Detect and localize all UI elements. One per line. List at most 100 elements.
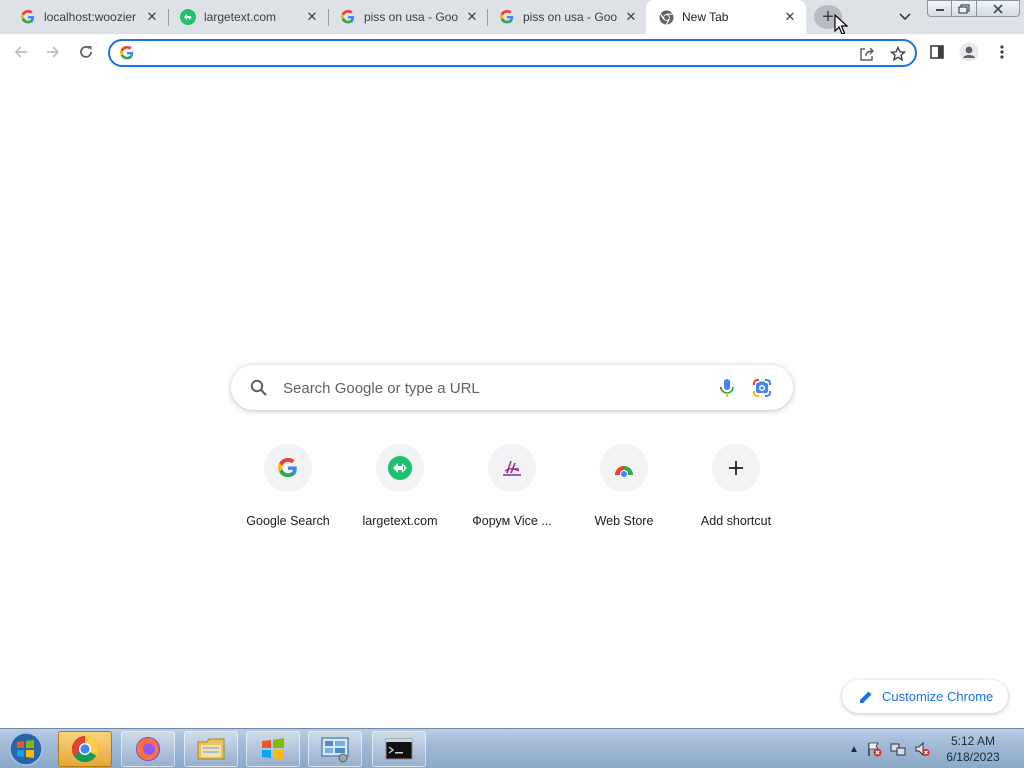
side-panel-icon: [930, 45, 944, 59]
plus-icon: [729, 461, 743, 475]
tab-close-icon[interactable]: ✕: [304, 9, 320, 25]
reload-button[interactable]: [75, 41, 97, 63]
minimize-button[interactable]: [927, 0, 952, 17]
close-icon: [993, 3, 1003, 14]
menu-button[interactable]: [991, 41, 1013, 63]
tab-title: piss on usa - Goo: [523, 10, 618, 24]
largetext-icon: [388, 456, 412, 480]
shortcut-icon-circle: [264, 444, 312, 492]
google-lens-icon[interactable]: [751, 377, 773, 399]
shortcut-google-search[interactable]: Google Search: [232, 444, 344, 534]
control-panel-icon: [321, 737, 349, 763]
taskbar-chrome[interactable]: [58, 731, 112, 767]
customize-label: Customize Chrome: [882, 689, 994, 704]
google-g-icon: [20, 9, 36, 25]
close-window-button[interactable]: [976, 0, 1020, 17]
address-input[interactable]: [140, 44, 840, 62]
tab-strip: localhost:woozier ✕ largetext.com ✕ piss…: [0, 0, 1024, 35]
kebab-menu-icon: [1000, 45, 1004, 59]
show-hidden-icons-icon[interactable]: ▲: [846, 741, 862, 757]
firefox-icon: [136, 737, 160, 761]
tab-close-icon[interactable]: ✕: [782, 9, 798, 25]
chevron-down-icon: [899, 13, 911, 21]
shortcut-web-store[interactable]: Web Store: [568, 444, 680, 534]
action-center-flag-icon[interactable]: [866, 741, 882, 757]
forward-button[interactable]: [42, 41, 64, 63]
screen: localhost:woozier ✕ largetext.com ✕ piss…: [0, 0, 1024, 768]
clock-time: 5:12 AM: [950, 734, 996, 748]
side-panel-button[interactable]: [926, 41, 948, 63]
pencil-icon: [860, 691, 872, 703]
address-bar[interactable]: [108, 39, 917, 67]
shortcut-label: Google Search: [246, 514, 330, 528]
google-g-icon: [278, 458, 297, 478]
mouse-cursor-icon: [834, 14, 848, 35]
share-icon[interactable]: [858, 45, 876, 63]
tab-google-search-2[interactable]: piss on usa - Goo ✕: [479, 0, 647, 34]
back-arrow-icon: [14, 46, 27, 58]
shortcut-label: Web Store: [594, 514, 654, 528]
shortcut-label: largetext.com: [362, 514, 438, 528]
back-button[interactable]: [10, 41, 32, 63]
taskbar-windows-update[interactable]: [246, 731, 300, 767]
tab-largetext[interactable]: largetext.com ✕: [160, 0, 328, 34]
google-g-icon: [340, 9, 356, 25]
tab-search-button[interactable]: [895, 8, 915, 26]
shortcut-vice-forum[interactable]: Форум Vice ...: [456, 444, 568, 534]
vice-forum-icon: [503, 460, 521, 476]
search-input[interactable]: [283, 378, 703, 398]
google-g-icon: [120, 46, 134, 60]
reload-icon: [80, 46, 92, 58]
chrome-icon: [658, 9, 674, 25]
tab-close-icon[interactable]: ✕: [464, 9, 480, 25]
tab-close-icon[interactable]: ✕: [144, 9, 160, 25]
tab-title: localhost:woozier: [44, 10, 137, 24]
shortcut-icon-circle: [376, 444, 424, 492]
tab-google-search-1[interactable]: piss on usa - Goo ✕: [320, 0, 488, 34]
taskbar-control-panel[interactable]: [308, 731, 362, 767]
folder-icon: [197, 738, 225, 760]
command-prompt-icon: [385, 738, 413, 760]
windows-start-icon: [9, 732, 43, 766]
shortcut-label: Форум Vice ...: [472, 514, 552, 528]
shortcut-icon-circle: [712, 444, 760, 492]
windows-flag-icon: [262, 738, 284, 760]
profile-button[interactable]: [958, 41, 980, 63]
taskbar-command-prompt[interactable]: [372, 731, 426, 767]
shortcut-largetext[interactable]: largetext.com: [344, 444, 456, 534]
minimize-icon: [935, 8, 944, 11]
tab-localhost[interactable]: localhost:woozier ✕: [0, 0, 168, 34]
customize-chrome-button[interactable]: Customize Chrome: [842, 680, 1008, 713]
network-icon[interactable]: [890, 741, 906, 757]
taskbar-file-explorer[interactable]: [184, 731, 238, 767]
bookmark-star-icon[interactable]: [889, 45, 907, 63]
microphone-icon[interactable]: [717, 377, 737, 399]
chrome-icon: [71, 735, 99, 763]
restore-icon: [958, 3, 970, 14]
maximize-button[interactable]: [951, 0, 977, 17]
taskbar-firefox[interactable]: [121, 731, 175, 767]
ntp-search-box[interactable]: [231, 365, 793, 410]
google-g-icon: [499, 9, 515, 25]
tab-title: largetext.com: [204, 10, 277, 24]
shortcut-icon-circle: [600, 444, 648, 492]
clock-date: 6/18/2023: [946, 750, 1000, 764]
tab-title: piss on usa - Goo: [364, 10, 459, 24]
largetext-icon: [180, 9, 196, 25]
forward-arrow-icon: [47, 46, 60, 58]
plus-icon: +: [822, 6, 834, 28]
volume-muted-icon[interactable]: [914, 741, 930, 757]
search-icon: [250, 379, 267, 396]
taskbar-clock[interactable]: 5:12 AM 6/18/2023: [940, 733, 1006, 765]
tab-close-icon[interactable]: ✕: [623, 9, 639, 25]
tab-new-tab[interactable]: New Tab ✕: [646, 0, 806, 34]
shortcut-label: Add shortcut: [700, 514, 772, 528]
windows-taskbar: ▲ 5:12 AM 6/18/2023: [0, 728, 1024, 768]
tab-title: New Tab: [682, 10, 729, 24]
shortcut-add[interactable]: Add shortcut: [680, 444, 792, 534]
web-store-icon: [615, 466, 633, 477]
start-button[interactable]: [6, 730, 46, 768]
shortcut-icon-circle: [488, 444, 536, 492]
system-tray: ▲ 5:12 AM 6/18/2023: [840, 729, 1024, 768]
avatar-icon: [959, 42, 979, 62]
